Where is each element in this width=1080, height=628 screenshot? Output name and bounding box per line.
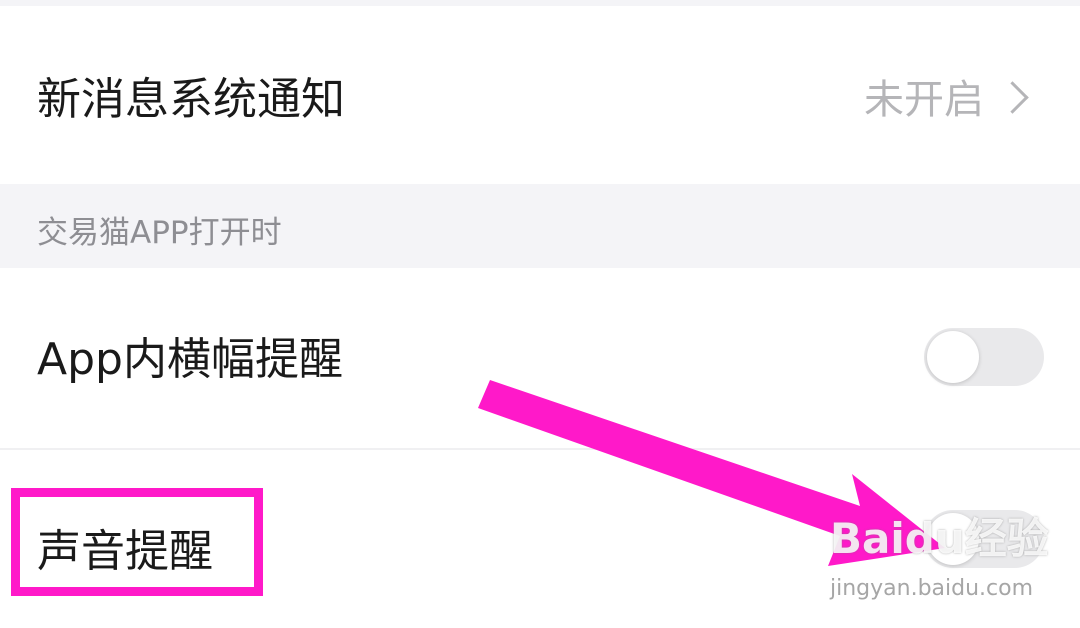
arrow-shape — [478, 380, 945, 566]
pointer-arrow-icon — [478, 380, 945, 566]
